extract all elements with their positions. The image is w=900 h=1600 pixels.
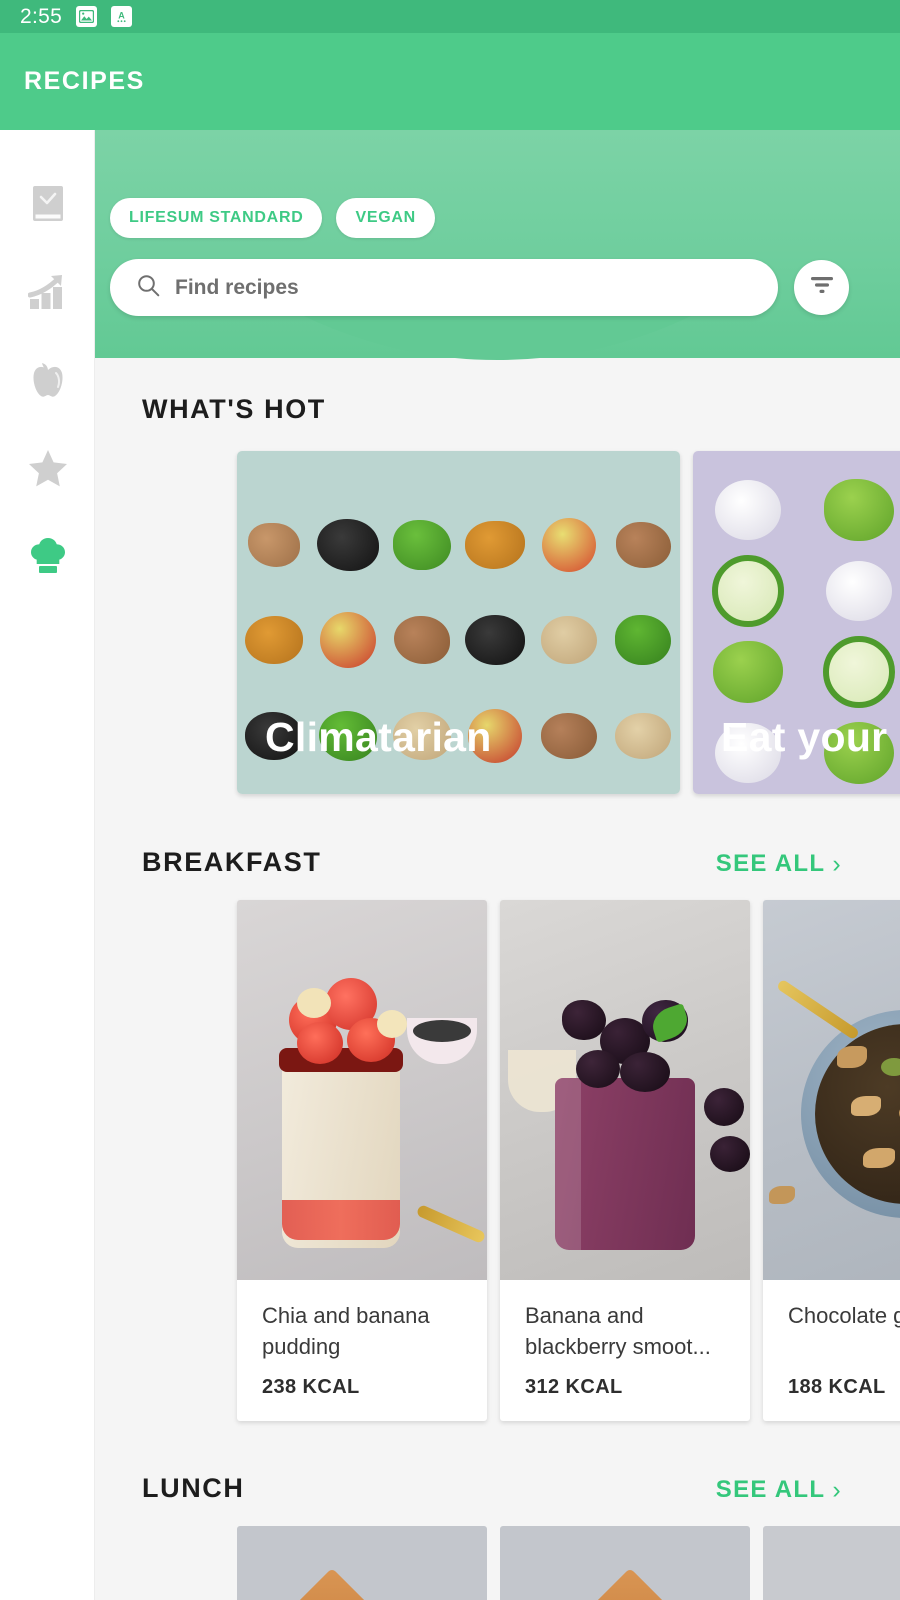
section-title: LUNCH [142,1473,245,1503]
chip-label: LIFESUM STANDARD [129,209,304,226]
content-scroll-area[interactable]: WHAT'S HOT Climatarian Eat your BREAKFAS… [95,358,900,1600]
recipe-card[interactable] [500,1526,750,1600]
recipe-card[interactable]: Chocolate granola 188 KCAL [763,900,900,1421]
hot-card-label: Eat your greens [721,714,900,760]
recipe-calories: 312 KCAL [525,1376,623,1398]
lunch-card-row[interactable] [95,1526,900,1600]
diet-chip-lifesum-standard[interactable]: LIFESUM STANDARD [110,198,323,238]
chia-pudding-jar-image [237,900,487,1280]
crispbread-art [283,1567,381,1600]
breakfast-card-row[interactable]: Chia and banana pudding 238 KCAL Banana … [95,900,900,1421]
sidebar-item-recipes[interactable] [0,512,95,600]
chevron-right-icon: › [832,849,842,878]
search-row: Find recipes [110,259,849,316]
section-header-breakfast: BREAKFAST SEE ALL › [95,847,900,878]
recipe-card[interactable] [763,1526,900,1600]
recipe-calories: 238 KCAL [262,1376,360,1398]
progress-chart-icon [27,273,68,311]
sidebar-item-diary[interactable] [0,160,95,248]
svg-text:A: A [118,10,125,20]
recipe-name: Chia and banana pudding [262,1303,430,1360]
crispbread-art [581,1567,679,1600]
blackberry-smoothie-image [500,900,750,1280]
granola-bowl-image [763,900,900,1280]
apple-icon [29,360,67,400]
sidebar-nav [0,130,95,1600]
sidebar-item-food[interactable] [0,336,95,424]
recipe-card-body: Chia and banana pudding 238 KCAL [237,1280,487,1421]
search-input[interactable]: Find recipes [175,276,299,300]
diet-chip-vegan[interactable]: VEGAN [336,198,435,238]
section-title: BREAKFAST [142,847,322,877]
section-header-lunch: LUNCH SEE ALL › [95,1473,900,1504]
recipe-card-body: Banana and blackberry smoot... 312 KCAL [500,1280,750,1421]
see-all-breakfast-button[interactable]: SEE ALL › [716,850,842,878]
chef-hat-icon [28,536,68,576]
diet-chip-row: LIFESUM STANDARD VEGAN [110,198,435,238]
star-icon [28,449,68,487]
section-title: WHAT'S HOT [142,394,326,424]
section-header-whats-hot: WHAT'S HOT [95,394,900,425]
recipe-calories: 188 KCAL [788,1376,886,1398]
search-bar[interactable]: Find recipes [110,259,778,316]
recipe-card[interactable] [237,1526,487,1600]
recipe-name: Banana and blackberry smoot... [525,1303,711,1360]
see-all-label: SEE ALL [715,850,826,877]
filter-button[interactable] [794,260,849,315]
diary-book-icon [30,185,66,223]
sidebar-item-favorites[interactable] [0,424,95,512]
chip-label: VEGAN [355,209,416,226]
status-bar: 2:55 A [0,0,900,33]
app-badge-icon: A [111,6,133,27]
hot-card-climatarian[interactable]: Climatarian [237,451,680,794]
sidebar-item-progress[interactable] [0,248,95,336]
app-bar: RECIPES [0,33,900,130]
hero-green-panel [95,130,900,358]
recipe-card-body: Chocolate granola 188 KCAL [763,1280,900,1421]
whats-hot-card-row[interactable]: Climatarian Eat your g [95,451,900,794]
chevron-right-icon: › [832,1475,842,1504]
recipe-name: Chocolate granola [788,1303,900,1328]
see-all-label: SEE ALL [715,1476,826,1503]
page-title: RECIPES [24,67,145,95]
tune-filter-icon [809,276,835,299]
status-time: 2:55 [20,4,63,28]
recipe-card[interactable]: Chia and banana pudding 238 KCAL [237,900,487,1421]
see-all-lunch-button[interactable]: SEE ALL › [716,1476,842,1504]
recipe-card[interactable]: Banana and blackberry smoot... 312 KCAL [500,900,750,1421]
hot-card-label: Climatarian [265,714,492,760]
image-icon [76,6,98,27]
hot-card-eat-your-greens[interactable]: Eat your greens [693,451,900,794]
search-icon [137,274,160,302]
